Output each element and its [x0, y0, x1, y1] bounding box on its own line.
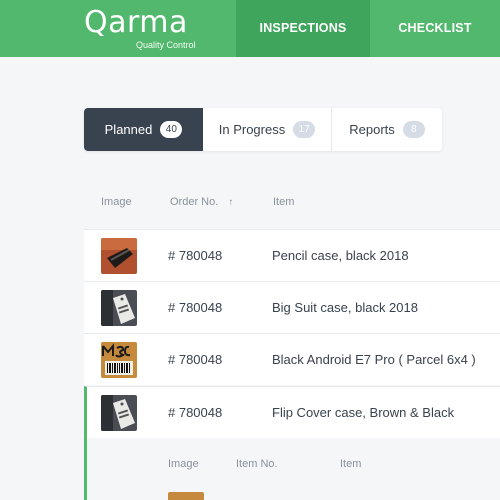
order-number: # 780048	[168, 352, 223, 367]
clothing-tag-photo	[101, 290, 137, 326]
msc-box-barcode-photo	[101, 342, 137, 378]
planned-count-badge: 40	[160, 121, 183, 138]
item-name: Black Android E7 Pro ( Parcel 6x4 )	[272, 352, 476, 367]
subcolumn-header-image: Image	[168, 458, 199, 470]
tab-in-progress[interactable]: In Progress 17	[203, 108, 332, 151]
reports-count-badge: 8	[402, 121, 425, 138]
logo-text: Qarma	[84, 5, 188, 40]
nav-inspections[interactable]: INSPECTIONS	[236, 0, 370, 57]
table-row[interactable]: # 780048 Black Android E7 Pro ( Parcel 6…	[84, 333, 500, 385]
nav-checklist[interactable]: CHECKLIST	[370, 0, 500, 57]
sub-item-thumbnail	[168, 492, 204, 500]
tab-planned-label: Planned	[104, 122, 153, 137]
sort-ascending-icon[interactable]: ↑	[228, 197, 233, 208]
clothing-tag-photo	[101, 395, 137, 431]
tab-planned[interactable]: Planned 40	[84, 108, 203, 151]
status-tabs: Planned 40 In Progress 17 Reports 8	[84, 108, 442, 151]
tab-in-progress-label: In Progress	[218, 122, 286, 137]
column-header-item: Item	[273, 196, 295, 208]
top-navigation-bar: Qarma Quality Control INSPECTIONS CHECKL…	[0, 0, 500, 57]
product-thumbnail	[101, 342, 137, 378]
in-progress-count-badge: 17	[293, 121, 316, 138]
app-logo[interactable]: Qarma Quality Control	[84, 5, 196, 51]
subcolumn-header-item-no: Item No.	[236, 458, 278, 470]
column-header-image: Image	[101, 196, 132, 208]
logo-subtitle: Quality Control	[136, 40, 196, 50]
order-number: # 780048	[168, 405, 223, 420]
item-name: Pencil case, black 2018	[272, 248, 409, 263]
column-header-order-no[interactable]: Order No. ↑	[170, 196, 233, 208]
item-name: Flip Cover case, Brown & Black	[272, 405, 455, 420]
tab-reports[interactable]: Reports 8	[332, 108, 442, 151]
item-name: Big Suit case, black 2018	[272, 300, 418, 315]
table-row[interactable]: # 780048 Pencil case, black 2018	[84, 229, 500, 281]
column-header-order-no-label: Order No.	[170, 196, 219, 208]
product-thumbnail	[101, 238, 137, 274]
product-thumbnail	[101, 395, 137, 431]
expanded-row-detail: Image Item No. Item	[84, 438, 500, 500]
order-number: # 780048	[168, 248, 223, 263]
tab-reports-label: Reports	[349, 122, 395, 137]
table-row-expanded[interactable]: # 780048 Flip Cover case, Brown & Black	[84, 386, 500, 438]
table-row[interactable]: # 780048 Big Suit case, black 2018	[84, 281, 500, 333]
subcolumn-header-item: Item	[340, 458, 362, 470]
product-thumbnail	[101, 290, 137, 326]
black-pencil-case-photo	[101, 238, 137, 274]
order-number: # 780048	[168, 300, 223, 315]
